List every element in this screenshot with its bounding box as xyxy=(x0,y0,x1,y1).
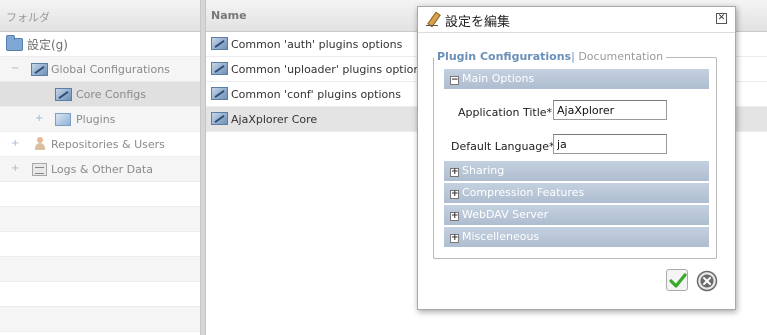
tree-item-plugins-label: Plugins xyxy=(76,113,116,126)
section-miscelleneous-label: Miscelleneous xyxy=(462,230,540,243)
tab-plugin-configurations[interactable]: Plugin Configurations xyxy=(437,50,571,63)
logs-icon xyxy=(32,163,47,176)
folder-tree-panel: フォルダ 設定(g) − Global Configurations Core … xyxy=(0,0,201,335)
config-wrench-icon xyxy=(211,112,228,125)
user-icon xyxy=(34,137,46,151)
application-title-input[interactable] xyxy=(553,100,667,120)
config-wrench-icon xyxy=(211,87,228,100)
tree-empty-row xyxy=(0,257,200,282)
tree-empty-row xyxy=(0,232,200,257)
section-compression-features[interactable]: + Compression Features xyxy=(444,183,709,203)
legend-separator: | xyxy=(571,50,575,63)
tree-item-logs-other-data-label: Logs & Other Data xyxy=(51,163,153,176)
tree-item-global-configurations[interactable]: − Global Configurations xyxy=(0,57,200,82)
section-sharing[interactable]: + Sharing xyxy=(444,161,709,181)
config-wrench-icon xyxy=(211,37,228,50)
folder-tree-header: フォルダ xyxy=(0,0,200,32)
section-compression-features-label: Compression Features xyxy=(462,186,585,199)
config-wrench-icon xyxy=(211,62,228,75)
ok-button[interactable] xyxy=(666,269,688,291)
cancel-button[interactable] xyxy=(695,269,718,292)
application-title-label: Application Title* : xyxy=(458,106,560,119)
checkmark-icon xyxy=(669,273,687,288)
plugin-icon xyxy=(55,113,71,126)
default-language-input[interactable] xyxy=(553,134,667,154)
fieldset-legend: Plugin Configurations| Documentation xyxy=(434,50,667,63)
collapse-icon: − xyxy=(450,75,459,85)
collapse-toggle-icon[interactable]: − xyxy=(11,63,19,74)
default-language-label: Default Language* : xyxy=(451,140,562,153)
list-item-label: Common 'auth' plugins options xyxy=(231,38,403,51)
tree-empty-row xyxy=(0,307,200,332)
config-wrench-icon xyxy=(31,63,48,76)
section-webdav-server[interactable]: + WebDAV Server xyxy=(444,205,709,225)
close-icon[interactable]: ✕ xyxy=(716,13,727,24)
expand-toggle-icon[interactable]: + xyxy=(11,138,19,149)
section-main-options-label: Main Options xyxy=(462,72,535,85)
section-sharing-label: Sharing xyxy=(462,164,505,177)
tree-item-root[interactable]: 設定(g) xyxy=(0,32,200,57)
list-item-label: Common 'conf' plugins options xyxy=(231,88,401,101)
tree-empty-row xyxy=(0,207,200,232)
expand-toggle-icon[interactable]: + xyxy=(35,113,43,124)
expand-icon: + xyxy=(450,167,459,177)
tree-item-logs-other-data[interactable]: + Logs & Other Data xyxy=(0,157,200,182)
tree-empty-row xyxy=(0,182,200,207)
section-webdav-server-label: WebDAV Server xyxy=(462,208,549,221)
expand-icon: + xyxy=(450,233,459,243)
tree-item-root-label: 設定(g) xyxy=(27,38,68,52)
dialog-title: 設定を編集 xyxy=(445,15,511,30)
expand-icon: + xyxy=(450,211,459,221)
tree-empty-row xyxy=(0,282,200,307)
tree-item-global-configurations-label: Global Configurations xyxy=(51,63,170,76)
tree-item-repositories-users[interactable]: + Repositories & Users xyxy=(0,132,200,157)
tree-item-core-configs[interactable]: Core Configs xyxy=(0,82,200,107)
list-item-label: AjaXplorer Core xyxy=(231,113,318,126)
dialog-titlebar[interactable]: 設定を編集 ✕ xyxy=(418,7,735,33)
tree-item-repositories-users-label: Repositories & Users xyxy=(51,138,165,151)
tree-item-core-configs-label: Core Configs xyxy=(76,88,146,101)
edit-settings-dialog: 設定を編集 ✕ Plugin Configurations| Documenta… xyxy=(417,6,736,310)
config-wrench-icon xyxy=(55,88,72,101)
list-item-label: Common 'uploader' plugins options xyxy=(231,63,427,76)
folder-icon xyxy=(6,35,23,51)
expand-toggle-icon[interactable]: + xyxy=(11,163,19,174)
expand-icon: + xyxy=(450,189,459,199)
cancel-circle-icon xyxy=(696,270,718,292)
section-miscelleneous[interactable]: + Miscelleneous xyxy=(444,227,709,247)
section-main-options[interactable]: − Main Options xyxy=(444,69,709,89)
tab-documentation[interactable]: Documentation xyxy=(578,50,663,63)
pencil-icon xyxy=(426,12,440,27)
tree-item-plugins[interactable]: + Plugins xyxy=(0,107,200,132)
